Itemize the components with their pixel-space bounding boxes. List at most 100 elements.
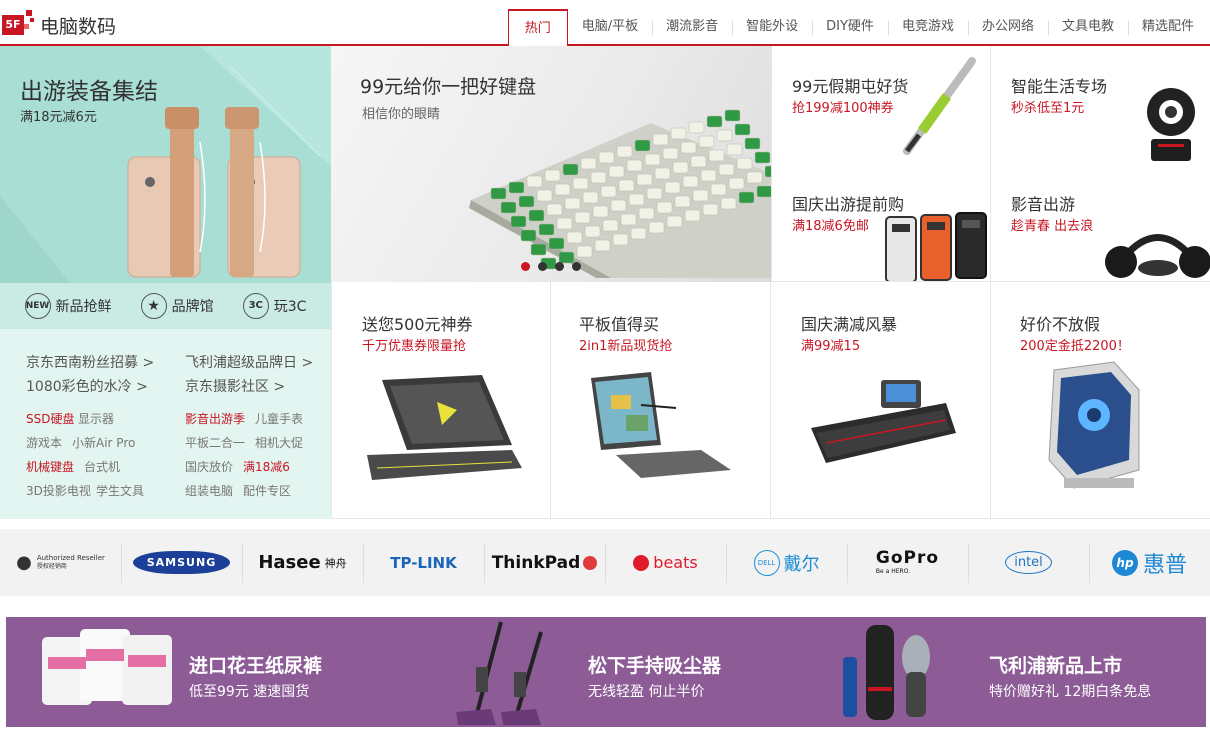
- carousel-dot[interactable]: [538, 262, 547, 271]
- brand-beats[interactable]: beats: [605, 542, 726, 583]
- link-mechanical-keyboard[interactable]: 机械键盘: [26, 458, 74, 475]
- cell-subtitle: 满99减15: [801, 339, 861, 354]
- tab-gaming[interactable]: 电竞游戏: [887, 9, 968, 46]
- tab-accessories[interactable]: 精选配件: [1127, 9, 1208, 46]
- keyboard-key: [684, 209, 701, 222]
- link-3d-projector-tv[interactable]: 3D投影电视: [26, 482, 91, 499]
- link-camera-sale[interactable]: 相机大促: [255, 434, 303, 451]
- brand-samsung[interactable]: SAMSUNG: [121, 542, 242, 583]
- promo-title-philips: 飞利浦新品上市: [989, 655, 1123, 677]
- quick-link-3c[interactable]: 3C 玩3C: [242, 293, 306, 319]
- tab-computer-tablet[interactable]: 电脑/平板: [568, 9, 652, 46]
- carousel-dots: [521, 262, 581, 271]
- link-water-cooling[interactable]: 1080彩色的水冷 >: [26, 376, 148, 396]
- keyboard-key: [508, 181, 525, 194]
- keyboard-key: [654, 167, 671, 180]
- carousel-dot[interactable]: [521, 262, 530, 271]
- brand-subtext: 惠普: [1142, 552, 1187, 578]
- keyboard-key: [666, 215, 683, 228]
- tab-hot[interactable]: 热门: [507, 9, 568, 48]
- cell-subtitle: 秒杀低至1元: [1011, 101, 1085, 116]
- keyboard-key: [608, 165, 625, 178]
- link-tablet-2in1[interactable]: 平板二合一: [185, 434, 245, 451]
- keyboard-key: [546, 203, 563, 216]
- keyboard-key: [626, 159, 643, 172]
- left-banner-title: 出游装备集结: [20, 79, 158, 105]
- cell-title: 平板值得买: [579, 315, 660, 334]
- floor-tabs: 热门 电脑/平板 潮流影音 智能外设 DIY硬件 电竞游戏 办公网络 文具电教 …: [507, 9, 1208, 48]
- left-banner[interactable]: 出游装备集结 满18元减6元: [0, 46, 331, 283]
- brand-apple[interactable]: ● Authorized Reseller 授权经销商: [0, 543, 121, 583]
- tab-stationery[interactable]: 文具电教: [1047, 9, 1128, 46]
- phone-case-product-image: [885, 212, 987, 281]
- keyboard-key: [520, 229, 537, 242]
- link-student-stationery[interactable]: 学生文具: [96, 482, 144, 499]
- link-xiaoxin-air-pro[interactable]: 小新Air Pro: [72, 434, 135, 451]
- link-philips-brand-day[interactable]: 飞利浦超级品牌日 >: [185, 352, 313, 372]
- keyboard-key: [602, 219, 619, 232]
- promo-cell-good-price[interactable]: 好价不放假 200定金抵2200！: [990, 282, 1210, 519]
- brand-gopro[interactable]: GoPro Be a HERO.: [847, 542, 968, 583]
- promo-cell-national-day[interactable]: 国庆满减风暴 满99减15: [770, 282, 991, 519]
- link-custom-pc[interactable]: 组装电脑: [185, 482, 233, 499]
- promo-cell-audio-travel[interactable]: 影音出游 趁青春 出去浪: [990, 164, 1210, 282]
- brand-tp-link[interactable]: TP-LINK: [363, 542, 484, 583]
- link-photo-community[interactable]: 京东摄影社区 >: [185, 376, 285, 396]
- keyboard-key: [648, 221, 665, 234]
- promo-cell-pen[interactable]: 99元假期屯好货 抢199减100神券: [771, 46, 991, 165]
- brand-subtext: 神舟: [324, 556, 347, 570]
- tablet-product-image: [591, 372, 731, 478]
- keyboard-key: [576, 245, 593, 258]
- link-accessories-zone[interactable]: 配件专区: [243, 482, 291, 499]
- link-jd-southwest-fans[interactable]: 京东西南粉丝招募 >: [26, 352, 154, 372]
- keyboard-key: [756, 185, 771, 198]
- tab-diy-hardware[interactable]: DIY硬件: [812, 9, 888, 46]
- quick-link-label: 新品抢鲜: [55, 299, 112, 315]
- link-18-off-6[interactable]: 满18减6: [243, 458, 290, 475]
- promo-cell-smart-life[interactable]: 智能生活专场 秒杀低至1元: [990, 46, 1210, 165]
- headphones-product-image: [1105, 234, 1210, 278]
- brand-text: GoPro: [875, 548, 940, 568]
- link-monitor[interactable]: 显示器: [78, 410, 114, 427]
- link-desktop[interactable]: 台式机: [84, 458, 120, 475]
- brand-thinkpad[interactable]: ThinkPad: [484, 542, 605, 583]
- keyboard-key: [500, 201, 517, 214]
- link-gaming-laptop[interactable]: 游戏本: [26, 434, 62, 451]
- tab-office-network[interactable]: 办公网络: [967, 9, 1048, 46]
- promo-banner[interactable]: 进口花王纸尿裤 低至99元 速速囤货 松下手持吸尘器 无线轻盈 何止半价 飞利浦…: [6, 617, 1206, 727]
- link-av-travel[interactable]: 影音出游季: [185, 410, 245, 427]
- promo-cell-travel[interactable]: 国庆出游提前购 满18减6免邮: [771, 164, 991, 282]
- carousel-dot[interactable]: [555, 262, 564, 271]
- promo-cell-coupon[interactable]: 送您500元神券 千万优惠券限量抢: [331, 282, 551, 519]
- keyboard-key: [528, 209, 545, 222]
- promo-cell-tablet[interactable]: 平板值得买 2in1新品现货抢: [550, 282, 771, 519]
- brand-hp[interactable]: hp 惠普: [1089, 542, 1210, 583]
- tab-smart-peripherals[interactable]: 智能外设: [732, 9, 812, 46]
- keyboard-key: [726, 143, 743, 156]
- keyboard-key: [734, 123, 751, 136]
- keyboard-key: [728, 177, 745, 190]
- keyboard-key: [580, 157, 597, 170]
- quick-link-brand-hall[interactable]: ★ 品牌馆: [140, 293, 214, 319]
- keyboard-carousel[interactable]: 99元给你一把好键盘 相信你的眼睛: [331, 46, 771, 283]
- cell-subtitle: 千万优惠券限量抢: [362, 339, 467, 354]
- keyboard-key: [724, 109, 741, 122]
- keyboard-key: [556, 217, 573, 230]
- pen-product-image: [903, 57, 976, 155]
- keyboard-key: [562, 163, 579, 176]
- link-national-day-price[interactable]: 国庆放价: [185, 458, 233, 475]
- tab-audio-video[interactable]: 潮流影音: [652, 9, 732, 46]
- brand-dell[interactable]: DELL 戴尔: [726, 542, 847, 583]
- keyboard-key: [706, 115, 723, 128]
- cell-subtitle: 满18减6免邮: [792, 219, 869, 234]
- quick-link-new[interactable]: NEW 新品抢鲜: [24, 293, 112, 319]
- carousel-dot[interactable]: [572, 262, 581, 271]
- brand-hasee[interactable]: Hasee 神舟: [242, 542, 363, 583]
- link-kids-watch[interactable]: 儿童手表: [255, 410, 303, 427]
- keyboard-key: [618, 179, 635, 192]
- keyboard-key: [548, 237, 565, 250]
- brand-intel[interactable]: intel: [968, 542, 1089, 583]
- link-ssd[interactable]: SSD硬盘: [26, 410, 74, 427]
- keyboard-key: [634, 139, 651, 152]
- laptop-product-image: [367, 375, 522, 480]
